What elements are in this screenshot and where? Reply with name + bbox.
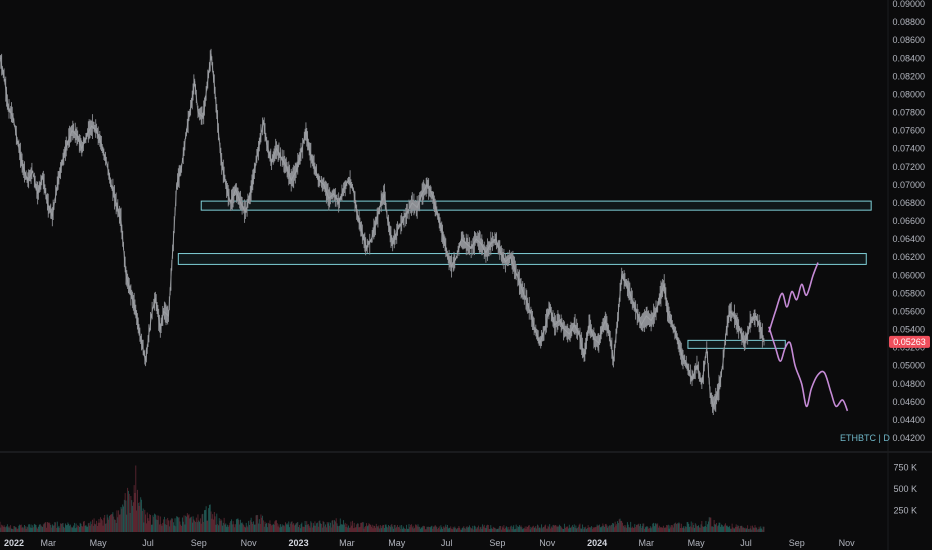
y-tick-label: 0.04600 [892, 397, 925, 407]
x-tick-label: May [388, 538, 406, 548]
x-tick-label: Mar [339, 538, 355, 548]
zone-rect [687, 339, 786, 349]
y-tick-label: 0.05000 [892, 361, 925, 371]
y-tick-label: 0.04200 [892, 433, 925, 443]
y-tick-label: 0.05800 [892, 288, 925, 298]
y-tick-label: 0.08200 [892, 71, 925, 81]
x-tick-label: Nov [539, 538, 556, 548]
y-tick-label: 0.07800 [892, 108, 925, 118]
y-tick-label: 0.04400 [892, 415, 925, 425]
x-tick-label: Jul [441, 538, 453, 548]
x-tick-label: 2022 [4, 538, 24, 548]
volume-tick-label: 250 K [893, 506, 917, 516]
x-tick-label: Nov [839, 538, 856, 548]
current-price-value: 0.05263 [893, 337, 926, 347]
zone-rect [200, 200, 872, 211]
y-tick-label: 0.08000 [892, 89, 925, 99]
y-tick-label: 0.08800 [892, 17, 925, 27]
y-tick-label: 0.07400 [892, 144, 925, 154]
current-price-marker: 0.05263 [889, 335, 930, 348]
volume-tick-label: 500 K [893, 484, 917, 494]
y-tick-label: 0.05600 [892, 306, 925, 316]
y-tick-label: 0.06800 [892, 198, 925, 208]
y-tick-label: 0.06400 [892, 234, 925, 244]
x-tick-label: Sep [191, 538, 207, 548]
chart-area[interactable]: 0.09000 0.08800 0.08600 0.08400 0.08200 0.080… [0, 0, 932, 550]
y-tick-label: 0.06600 [892, 216, 925, 226]
x-tick-label: Mar [41, 538, 57, 548]
volume-tick-label: 750 K [893, 463, 917, 473]
chart-background [0, 0, 932, 550]
x-tick-label: Mar [638, 538, 654, 548]
y-tick-label: 0.07600 [892, 126, 925, 136]
x-tick-label: 2023 [289, 538, 309, 548]
y-tick-label: 0.06000 [892, 270, 925, 280]
volume-axis: 750 K 500 K 250 K [893, 463, 917, 516]
x-tick-label: 2024 [587, 538, 607, 548]
y-tick-label: 0.07000 [892, 180, 925, 190]
y-tick-label: 0.08400 [892, 53, 925, 63]
y-tick-label: 0.08600 [892, 35, 925, 45]
x-tick-label: Sep [489, 538, 505, 548]
zone-rect [177, 253, 867, 265]
x-tick-label: May [688, 538, 706, 548]
y-tick-label: 0.09000 [892, 0, 925, 9]
x-tick-label: Sep [789, 538, 805, 548]
x-tick-label: Jul [740, 538, 752, 548]
x-tick-label: Jul [142, 538, 154, 548]
x-tick-label: Nov [241, 538, 258, 548]
y-tick-label: 0.04800 [892, 379, 925, 389]
symbol-interval-label: ETHBTC | D [840, 433, 890, 443]
y-tick-label: 0.05400 [892, 325, 925, 335]
y-tick-label: 0.07200 [892, 162, 925, 172]
x-tick-label: May [90, 538, 108, 548]
y-tick-label: 0.06200 [892, 252, 925, 262]
